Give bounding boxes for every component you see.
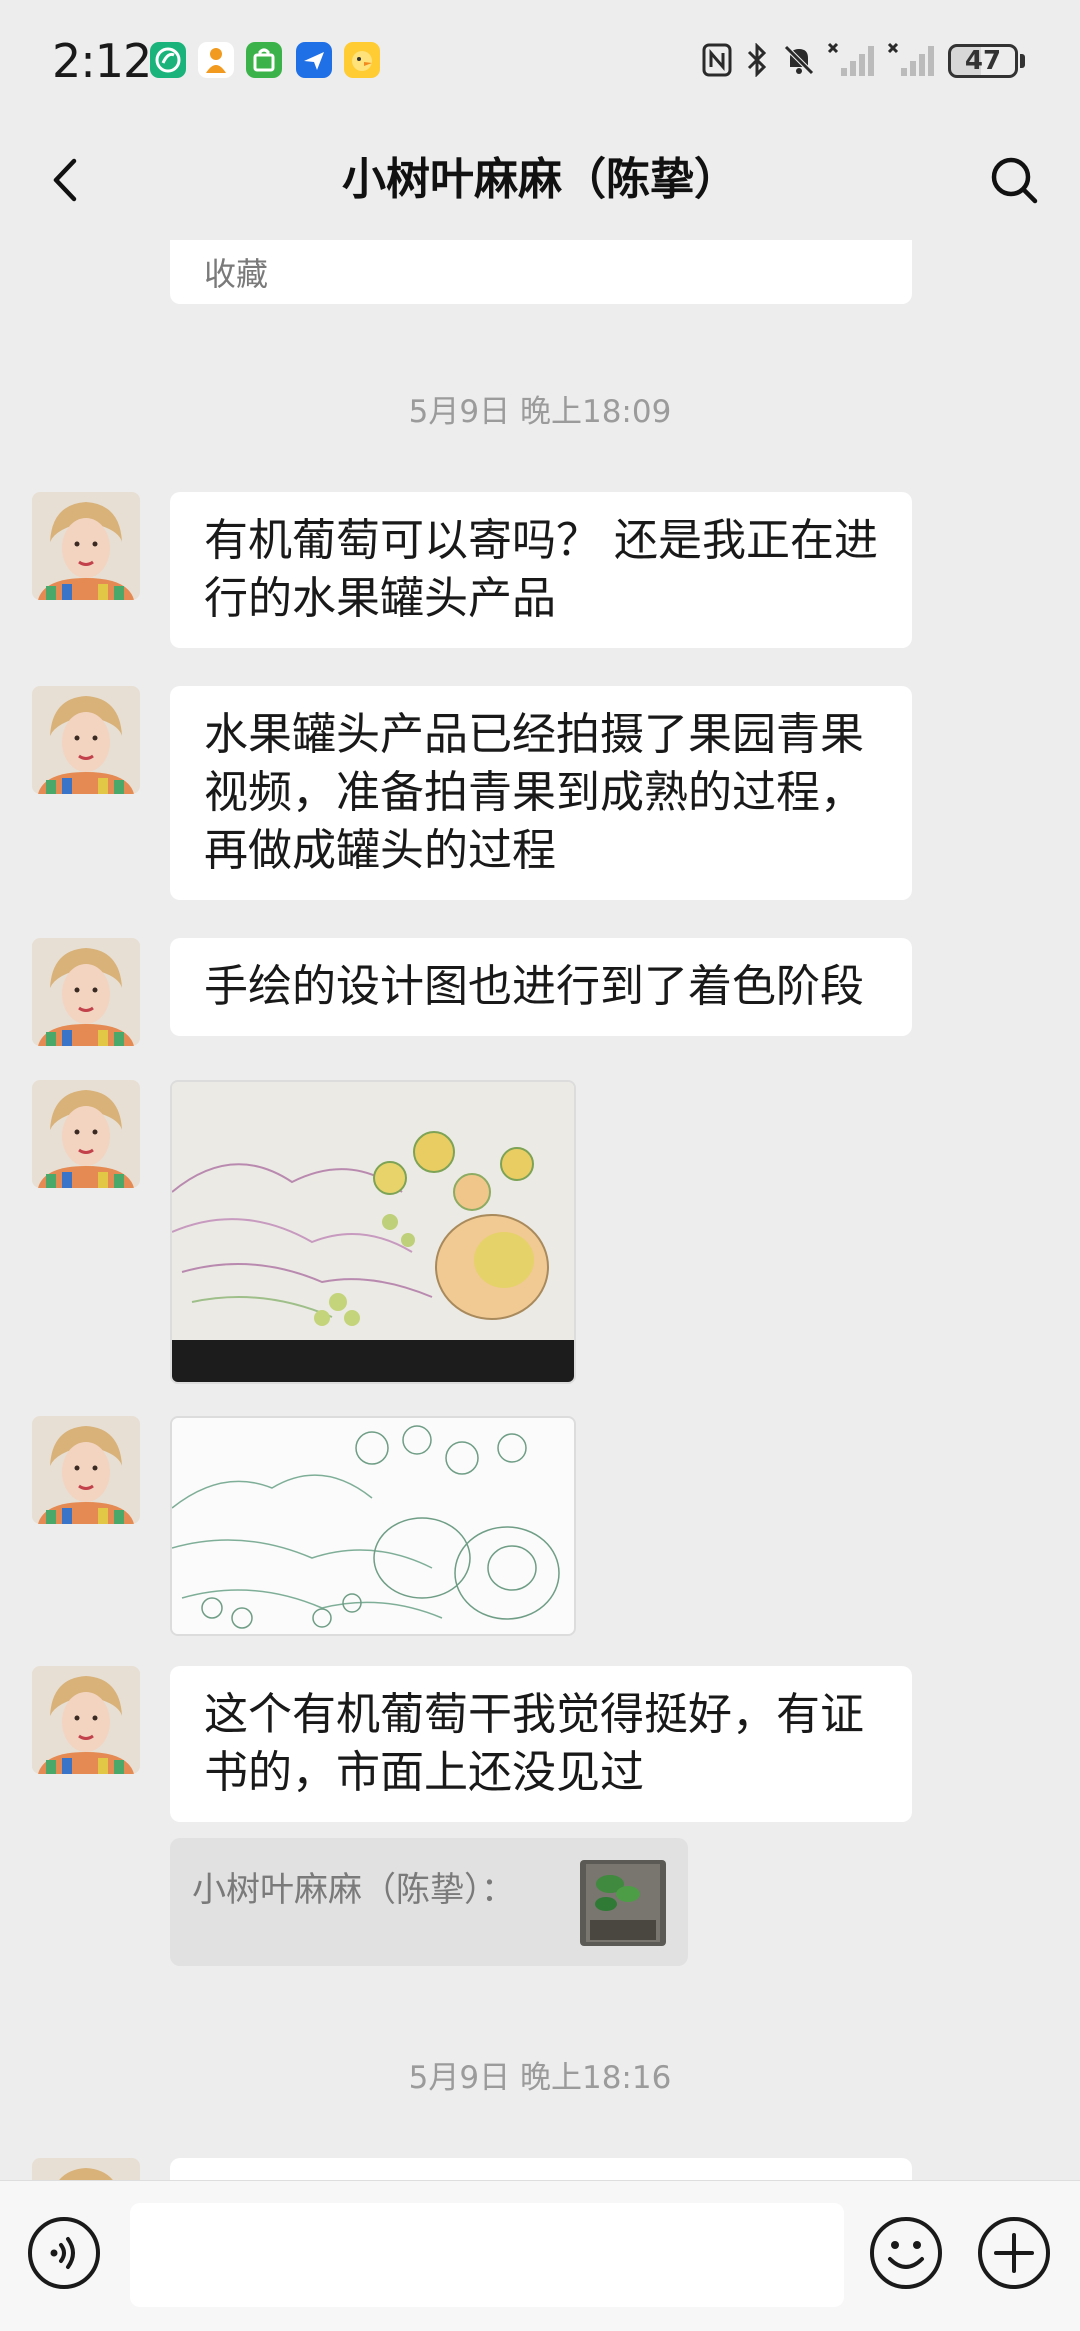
quote-thumbnail-image — [580, 1860, 666, 1946]
message-input[interactable] — [130, 2203, 844, 2307]
leaf-app-icon — [150, 42, 186, 78]
line-sketch-image — [172, 1418, 574, 1634]
search-button[interactable] — [978, 144, 1050, 216]
avatar[interactable] — [32, 2158, 140, 2180]
avatar[interactable] — [32, 686, 140, 794]
battery-tip — [1020, 54, 1025, 68]
plus-icon — [978, 2217, 1050, 2289]
avatar-image — [32, 2158, 140, 2180]
signal-icon — [826, 40, 878, 80]
emoji-button[interactable] — [868, 2215, 944, 2291]
voice-icon — [28, 2217, 100, 2289]
message-timestamp: 5月9日 晚上18:16 — [408, 2060, 672, 2096]
avatar-image — [32, 1666, 140, 1774]
chat-title: 小树叶麻麻（陈挚） — [342, 154, 738, 205]
back-button[interactable] — [30, 144, 102, 216]
collect-card[interactable]: 收藏 — [170, 240, 912, 304]
chevron-left-icon — [53, 158, 77, 202]
signal-icon — [886, 40, 938, 80]
bluetooth-icon — [742, 40, 772, 80]
quote-sender: 小树叶麻麻（陈挚）： — [192, 1870, 515, 1910]
person-app-icon — [198, 42, 234, 78]
collect-label: 收藏 — [204, 255, 269, 293]
image-message[interactable] — [170, 1080, 576, 1384]
status-bar: 2:12 47 — [0, 0, 1080, 120]
avatar-image — [32, 1080, 140, 1188]
quote-thumbnail — [580, 1860, 666, 1946]
airplane-app-icon — [296, 42, 332, 78]
avatar[interactable] — [32, 1666, 140, 1774]
nfc-icon — [700, 40, 734, 80]
battery-indicator: 47 — [948, 44, 1018, 78]
message-bubble[interactable]: 这个有机葡萄干我觉得挺好，有证书的，市面上还没见过 — [170, 1666, 912, 1822]
avatar-image — [32, 938, 140, 1046]
message-list[interactable]: 收藏 5月9日 晚上18:09 有机葡萄可以寄吗？ 还是我正在进行的水果罐头产品 — [0, 240, 1080, 2180]
message-text: 水果罐头产品已经拍摄了果园青果视频，准备拍青果到成熟的过程，再做成罐头的过程 — [204, 709, 864, 876]
search-icon — [991, 157, 1038, 204]
image-message[interactable] — [170, 1416, 576, 1636]
shopping-bag-app-icon — [246, 42, 282, 78]
colored-sketch-image — [172, 1082, 574, 1382]
message-text: 有机葡萄可以寄吗？ 还是我正在进行的水果罐头产品 — [204, 515, 878, 624]
message-bubble[interactable]: 有机葡萄可以寄吗？ 还是我正在进行的水果罐头产品 — [170, 492, 912, 648]
avatar-image — [32, 686, 140, 794]
input-bar — [0, 2180, 1080, 2331]
quoted-message[interactable]: 小树叶麻麻（陈挚）： — [170, 1838, 688, 1966]
message-text: 手绘的设计图也进行到了着色阶段 — [204, 961, 864, 1012]
avatar[interactable] — [32, 1416, 140, 1524]
chat-header: 小树叶麻麻（陈挚） — [0, 120, 1080, 240]
status-time: 2:12 — [52, 34, 152, 88]
mute-bell-icon — [780, 40, 818, 80]
smiley-icon — [870, 2217, 942, 2289]
message-timestamp: 5月9日 晚上18:09 — [408, 394, 672, 430]
avatar-image — [32, 1416, 140, 1524]
avatar-image — [32, 492, 140, 600]
more-button[interactable] — [976, 2215, 1052, 2291]
avatar[interactable] — [32, 938, 140, 1046]
duck-app-icon — [344, 42, 380, 78]
message-bubble[interactable]: 手绘的设计图也进行到了着色阶段 — [170, 938, 912, 1036]
message-bubble[interactable]: 水果罐头产品已经拍摄了果园青果视频，准备拍青果到成熟的过程，再做成罐头的过程 — [170, 686, 912, 900]
voice-button[interactable] — [26, 2215, 102, 2291]
message-text: 这个有机葡萄干我觉得挺好，有证书的，市面上还没见过 — [204, 1689, 864, 1798]
avatar[interactable] — [32, 492, 140, 600]
avatar[interactable] — [32, 1080, 140, 1188]
message-bubble[interactable] — [170, 2158, 912, 2180]
